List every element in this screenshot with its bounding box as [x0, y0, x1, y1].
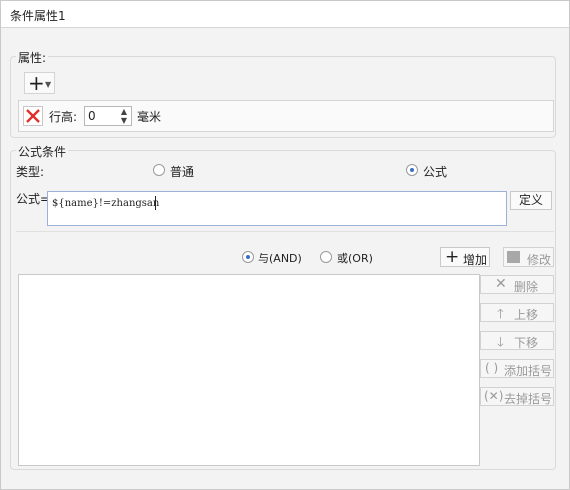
remove-attribute-button[interactable]: [23, 106, 43, 126]
modify-condition-label: 修改: [527, 253, 552, 267]
section-divider: [16, 231, 554, 232]
delete-label: 删除: [514, 280, 539, 294]
parentheses-icon: ( ): [485, 361, 499, 375]
plus-icon: +: [28, 71, 45, 95]
move-up-label: 上移: [514, 308, 539, 322]
define-button-label: 定义: [518, 193, 543, 207]
formula-condition-legend: 公式条件: [16, 143, 69, 160]
text-cursor: [155, 196, 156, 210]
arrow-down-icon: 🡓: [497, 335, 504, 350]
formula-value: ${name}!=zhangsan: [52, 198, 160, 209]
chevron-down-icon: ▼: [45, 80, 52, 89]
stepper-up-icon[interactable]: ▲: [118, 107, 130, 116]
move-up-button[interactable]: 🡑 上移: [480, 303, 554, 322]
add-condition-label: 增加: [463, 253, 488, 267]
row-height-label: 行高:: [49, 110, 78, 124]
stepper-down-icon[interactable]: ▼: [118, 116, 130, 125]
window-title: 条件属性1: [10, 9, 66, 23]
type-normal-radio[interactable]: [153, 164, 165, 176]
add-paren-button[interactable]: ( ) 添加括号: [480, 359, 554, 378]
remove-paren-button[interactable]: (✕) 去掉括号: [480, 387, 554, 406]
attributes-legend: 属性:: [16, 49, 49, 66]
condition-list[interactable]: [18, 274, 480, 466]
define-button[interactable]: 定义: [510, 191, 552, 210]
unit-label: 毫米: [137, 110, 162, 124]
plus-icon: +: [445, 247, 460, 267]
type-label: 类型:: [16, 165, 45, 179]
edit-icon: [507, 251, 520, 263]
formula-label: 公式=: [16, 192, 51, 206]
remove-paren-label: 去掉括号: [504, 392, 553, 406]
row-height-stepper[interactable]: 0 ▲ ▼: [84, 106, 132, 126]
logic-and-label[interactable]: 与(AND): [258, 250, 302, 266]
title-bar: [1, 1, 569, 28]
modify-condition-button[interactable]: 修改: [503, 247, 554, 267]
close-icon: ✕: [495, 276, 507, 292]
row-height-value: 0: [88, 109, 96, 123]
close-icon: [26, 109, 40, 123]
type-normal-label[interactable]: 普通: [170, 163, 194, 180]
logic-and-radio[interactable]: [242, 251, 254, 263]
delete-button[interactable]: ✕ 删除: [480, 275, 554, 294]
move-down-button[interactable]: 🡓 下移: [480, 331, 554, 350]
logic-or-radio[interactable]: [320, 251, 332, 263]
arrow-up-icon: 🡑: [497, 307, 504, 322]
logic-or-label[interactable]: 或(OR): [337, 250, 373, 266]
add-paren-label: 添加括号: [504, 364, 553, 378]
remove-parentheses-icon: (✕): [484, 389, 504, 403]
add-condition-button[interactable]: + 增加: [440, 247, 490, 267]
move-down-label: 下移: [514, 336, 539, 350]
type-formula-radio[interactable]: [406, 164, 418, 176]
formula-input[interactable]: ${name}!=zhangsan: [47, 191, 507, 226]
add-attribute-button[interactable]: + ▼: [24, 72, 55, 94]
type-formula-label[interactable]: 公式: [423, 163, 447, 180]
